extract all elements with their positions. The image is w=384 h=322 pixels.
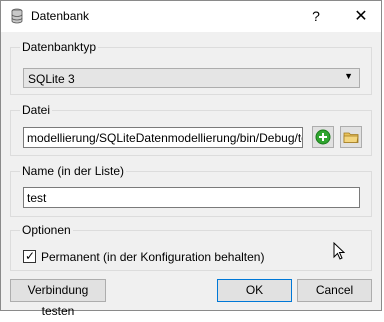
file-group: Datei modellierung/SQLiteDatenmodellieru… [10, 103, 372, 156]
file-path-input[interactable]: modellierung/SQLiteDatenmodellierung/bin… [23, 127, 303, 148]
database-icon [9, 8, 25, 24]
cancel-button[interactable]: Cancel [297, 279, 372, 302]
options-group: Optionen ✓ Permanent (in der Konfigurati… [10, 223, 372, 271]
name-input[interactable]: test [23, 187, 360, 208]
database-type-group: Datenbanktyp SQLite 3 ▼ [10, 40, 372, 95]
options-label: Optionen [20, 223, 73, 237]
help-button[interactable]: ? [301, 1, 331, 32]
title-bar: Datenbank ? ✕ [1, 1, 381, 32]
dialog-window: Datenbank ? ✕ Datenbanktyp SQLite 3 ▼ Da… [0, 0, 382, 318]
name-group: Name (in der Liste) test [10, 164, 372, 217]
browse-folder-button[interactable] [340, 126, 362, 148]
add-icon [315, 129, 331, 145]
database-type-label: Datenbanktyp [20, 40, 99, 54]
checkmark-icon: ✓ [25, 249, 36, 263]
name-label: Name (in der Liste) [20, 164, 127, 178]
file-label: Datei [20, 103, 53, 117]
mouse-cursor-icon [333, 241, 346, 264]
folder-icon [343, 132, 359, 143]
permanent-label: Permanent (in der Konfiguration behalten… [41, 250, 265, 264]
permanent-checkbox[interactable]: ✓ [23, 249, 36, 263]
database-type-value: SQLite 3 [28, 72, 75, 86]
add-file-button[interactable] [312, 126, 334, 148]
file-path-value: modellierung/SQLiteDatenmodellierung/bin… [27, 131, 302, 145]
chevron-down-icon: ▼ [344, 71, 353, 81]
ok-button[interactable]: OK [217, 279, 292, 302]
window-title: Datenbank [31, 9, 90, 23]
database-type-select[interactable]: SQLite 3 ▼ [23, 68, 360, 88]
close-button[interactable]: ✕ [345, 1, 377, 32]
name-value: test [27, 191, 47, 205]
test-connection-button[interactable]: Verbindung testen [10, 279, 106, 318]
